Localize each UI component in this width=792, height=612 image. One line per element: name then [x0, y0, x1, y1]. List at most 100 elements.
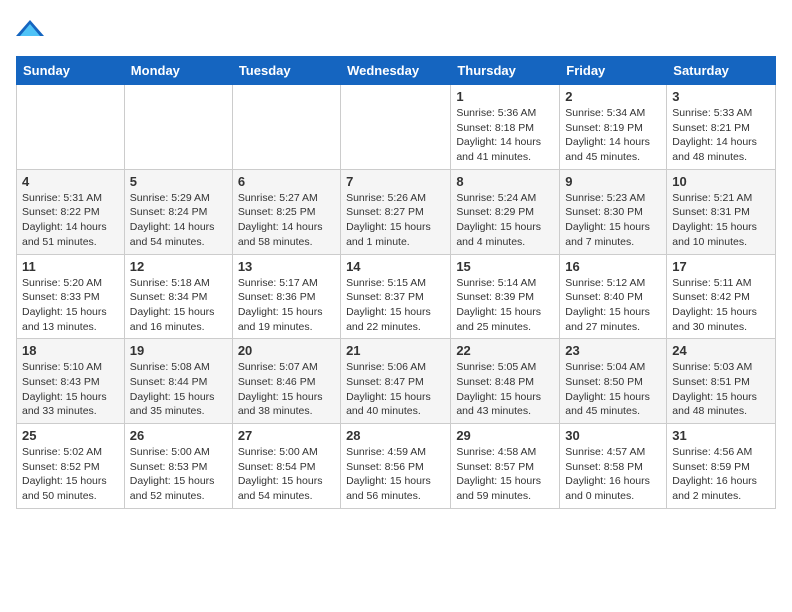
- sunrise-label: Sunrise: 5:36 AM: [456, 107, 536, 119]
- sunset-label: Sunset: 8:19 PM: [565, 122, 643, 134]
- sunset-label: Sunset: 8:44 PM: [130, 376, 208, 388]
- daylight-label: Daylight: 14 hours and 45 minutes.: [565, 136, 650, 163]
- page-header: [16, 16, 776, 44]
- day-number: 26: [130, 428, 227, 443]
- day-info: Sunrise: 5:31 AM Sunset: 8:22 PM Dayligh…: [22, 191, 119, 250]
- calendar-cell: 22 Sunrise: 5:05 AM Sunset: 8:48 PM Dayl…: [451, 339, 560, 424]
- day-info: Sunrise: 5:05 AM Sunset: 8:48 PM Dayligh…: [456, 360, 554, 419]
- daylight-label: Daylight: 14 hours and 41 minutes.: [456, 136, 541, 163]
- day-info: Sunrise: 5:17 AM Sunset: 8:36 PM Dayligh…: [238, 276, 335, 335]
- sunset-label: Sunset: 8:46 PM: [238, 376, 316, 388]
- sunset-label: Sunset: 8:47 PM: [346, 376, 424, 388]
- daylight-label: Daylight: 15 hours and 52 minutes.: [130, 475, 215, 502]
- sunrise-label: Sunrise: 5:02 AM: [22, 446, 102, 458]
- sunrise-label: Sunrise: 5:26 AM: [346, 192, 426, 204]
- day-info: Sunrise: 4:57 AM Sunset: 8:58 PM Dayligh…: [565, 445, 661, 504]
- sunrise-label: Sunrise: 5:33 AM: [672, 107, 752, 119]
- calendar-cell: 26 Sunrise: 5:00 AM Sunset: 8:53 PM Dayl…: [124, 424, 232, 509]
- sunrise-label: Sunrise: 5:21 AM: [672, 192, 752, 204]
- day-info: Sunrise: 5:36 AM Sunset: 8:18 PM Dayligh…: [456, 106, 554, 165]
- daylight-label: Daylight: 15 hours and 10 minutes.: [672, 221, 757, 248]
- sunrise-label: Sunrise: 4:59 AM: [346, 446, 426, 458]
- sunset-label: Sunset: 8:30 PM: [565, 206, 643, 218]
- calendar-cell: 27 Sunrise: 5:00 AM Sunset: 8:54 PM Dayl…: [232, 424, 340, 509]
- sunrise-label: Sunrise: 5:12 AM: [565, 277, 645, 289]
- sunrise-label: Sunrise: 4:56 AM: [672, 446, 752, 458]
- day-number: 3: [672, 89, 770, 104]
- day-info: Sunrise: 5:23 AM Sunset: 8:30 PM Dayligh…: [565, 191, 661, 250]
- sunset-label: Sunset: 8:54 PM: [238, 461, 316, 473]
- sunset-label: Sunset: 8:36 PM: [238, 291, 316, 303]
- daylight-label: Daylight: 15 hours and 22 minutes.: [346, 306, 431, 333]
- calendar-cell: 8 Sunrise: 5:24 AM Sunset: 8:29 PM Dayli…: [451, 169, 560, 254]
- sunset-label: Sunset: 8:27 PM: [346, 206, 424, 218]
- sunrise-label: Sunrise: 5:14 AM: [456, 277, 536, 289]
- calendar-cell: 18 Sunrise: 5:10 AM Sunset: 8:43 PM Dayl…: [17, 339, 125, 424]
- sunrise-label: Sunrise: 5:18 AM: [130, 277, 210, 289]
- sunset-label: Sunset: 8:29 PM: [456, 206, 534, 218]
- calendar-cell: 21 Sunrise: 5:06 AM Sunset: 8:47 PM Dayl…: [341, 339, 451, 424]
- calendar-table: SundayMondayTuesdayWednesdayThursdayFrid…: [16, 56, 776, 509]
- daylight-label: Daylight: 15 hours and 19 minutes.: [238, 306, 323, 333]
- calendar-cell: 30 Sunrise: 4:57 AM Sunset: 8:58 PM Dayl…: [560, 424, 667, 509]
- day-number: 21: [346, 343, 445, 358]
- calendar-cell: 16 Sunrise: 5:12 AM Sunset: 8:40 PM Dayl…: [560, 254, 667, 339]
- daylight-label: Daylight: 15 hours and 13 minutes.: [22, 306, 107, 333]
- daylight-label: Daylight: 15 hours and 43 minutes.: [456, 391, 541, 418]
- calendar-week-row: 1 Sunrise: 5:36 AM Sunset: 8:18 PM Dayli…: [17, 85, 776, 170]
- day-number: 18: [22, 343, 119, 358]
- calendar-cell: [232, 85, 340, 170]
- calendar-cell: 31 Sunrise: 4:56 AM Sunset: 8:59 PM Dayl…: [667, 424, 776, 509]
- day-number: 27: [238, 428, 335, 443]
- weekday-header-wednesday: Wednesday: [341, 57, 451, 85]
- sunrise-label: Sunrise: 4:57 AM: [565, 446, 645, 458]
- weekday-header-saturday: Saturday: [667, 57, 776, 85]
- daylight-label: Daylight: 15 hours and 1 minute.: [346, 221, 431, 248]
- calendar-cell: 23 Sunrise: 5:04 AM Sunset: 8:50 PM Dayl…: [560, 339, 667, 424]
- daylight-label: Daylight: 16 hours and 0 minutes.: [565, 475, 650, 502]
- calendar-cell: 5 Sunrise: 5:29 AM Sunset: 8:24 PM Dayli…: [124, 169, 232, 254]
- daylight-label: Daylight: 16 hours and 2 minutes.: [672, 475, 757, 502]
- sunset-label: Sunset: 8:39 PM: [456, 291, 534, 303]
- sunset-label: Sunset: 8:40 PM: [565, 291, 643, 303]
- sunset-label: Sunset: 8:24 PM: [130, 206, 208, 218]
- daylight-label: Daylight: 14 hours and 54 minutes.: [130, 221, 215, 248]
- calendar-cell: [17, 85, 125, 170]
- day-info: Sunrise: 5:12 AM Sunset: 8:40 PM Dayligh…: [565, 276, 661, 335]
- calendar-cell: 20 Sunrise: 5:07 AM Sunset: 8:46 PM Dayl…: [232, 339, 340, 424]
- calendar-cell: 9 Sunrise: 5:23 AM Sunset: 8:30 PM Dayli…: [560, 169, 667, 254]
- calendar-cell: 14 Sunrise: 5:15 AM Sunset: 8:37 PM Dayl…: [341, 254, 451, 339]
- day-number: 4: [22, 174, 119, 189]
- calendar-week-row: 11 Sunrise: 5:20 AM Sunset: 8:33 PM Dayl…: [17, 254, 776, 339]
- day-info: Sunrise: 5:06 AM Sunset: 8:47 PM Dayligh…: [346, 360, 445, 419]
- weekday-header-monday: Monday: [124, 57, 232, 85]
- sunset-label: Sunset: 8:34 PM: [130, 291, 208, 303]
- calendar-cell: [124, 85, 232, 170]
- daylight-label: Daylight: 15 hours and 38 minutes.: [238, 391, 323, 418]
- logo: [16, 16, 46, 44]
- sunrise-label: Sunrise: 5:15 AM: [346, 277, 426, 289]
- day-info: Sunrise: 5:03 AM Sunset: 8:51 PM Dayligh…: [672, 360, 770, 419]
- sunrise-label: Sunrise: 5:27 AM: [238, 192, 318, 204]
- sunset-label: Sunset: 8:43 PM: [22, 376, 100, 388]
- calendar-cell: 28 Sunrise: 4:59 AM Sunset: 8:56 PM Dayl…: [341, 424, 451, 509]
- calendar-cell: 15 Sunrise: 5:14 AM Sunset: 8:39 PM Dayl…: [451, 254, 560, 339]
- sunset-label: Sunset: 8:57 PM: [456, 461, 534, 473]
- sunrise-label: Sunrise: 5:00 AM: [130, 446, 210, 458]
- day-info: Sunrise: 5:18 AM Sunset: 8:34 PM Dayligh…: [130, 276, 227, 335]
- calendar-cell: [341, 85, 451, 170]
- sunset-label: Sunset: 8:50 PM: [565, 376, 643, 388]
- day-number: 5: [130, 174, 227, 189]
- day-number: 7: [346, 174, 445, 189]
- sunset-label: Sunset: 8:56 PM: [346, 461, 424, 473]
- sunrise-label: Sunrise: 5:29 AM: [130, 192, 210, 204]
- sunset-label: Sunset: 8:25 PM: [238, 206, 316, 218]
- day-info: Sunrise: 5:07 AM Sunset: 8:46 PM Dayligh…: [238, 360, 335, 419]
- day-number: 2: [565, 89, 661, 104]
- daylight-label: Daylight: 15 hours and 48 minutes.: [672, 391, 757, 418]
- sunset-label: Sunset: 8:18 PM: [456, 122, 534, 134]
- day-number: 14: [346, 259, 445, 274]
- calendar-week-row: 25 Sunrise: 5:02 AM Sunset: 8:52 PM Dayl…: [17, 424, 776, 509]
- daylight-label: Daylight: 15 hours and 33 minutes.: [22, 391, 107, 418]
- sunrise-label: Sunrise: 5:11 AM: [672, 277, 751, 289]
